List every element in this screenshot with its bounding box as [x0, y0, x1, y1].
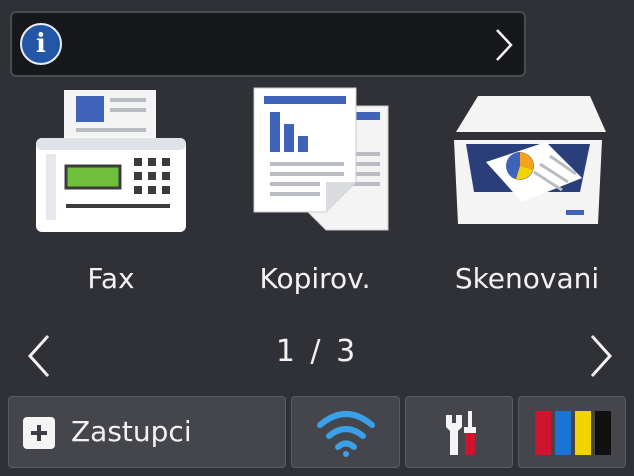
plus-icon	[23, 417, 55, 449]
info-icon[interactable]: i	[20, 23, 62, 65]
wifi-icon	[317, 411, 375, 457]
copy-app-button[interactable]: Kopirov.	[218, 82, 412, 312]
page-indicator: 1 / 3	[275, 334, 359, 369]
chevron-right-icon[interactable]	[588, 332, 616, 380]
shortcuts-label: Zastupci	[71, 415, 192, 448]
scan-app-button[interactable]: Skenovani	[430, 82, 624, 312]
copy-label: Kopirov.	[259, 262, 371, 295]
scan-label: Skenovani	[454, 262, 600, 295]
wrench-screwdriver-icon	[446, 411, 476, 455]
fax-machine-icon	[36, 90, 186, 232]
wifi-button[interactable]	[291, 396, 400, 468]
settings-button[interactable]	[405, 396, 513, 468]
shortcuts-button[interactable]: Zastupci	[8, 396, 286, 468]
info-bar[interactable]: i	[10, 11, 526, 77]
chevron-right-icon	[496, 29, 513, 61]
copy-documents-icon	[253, 87, 389, 231]
fax-app-button[interactable]: Fax	[14, 82, 208, 312]
fax-label: Fax	[87, 262, 135, 295]
scanner-icon	[454, 96, 606, 224]
ink-cartridges-icon	[535, 411, 611, 455]
ink-button[interactable]	[518, 396, 626, 468]
